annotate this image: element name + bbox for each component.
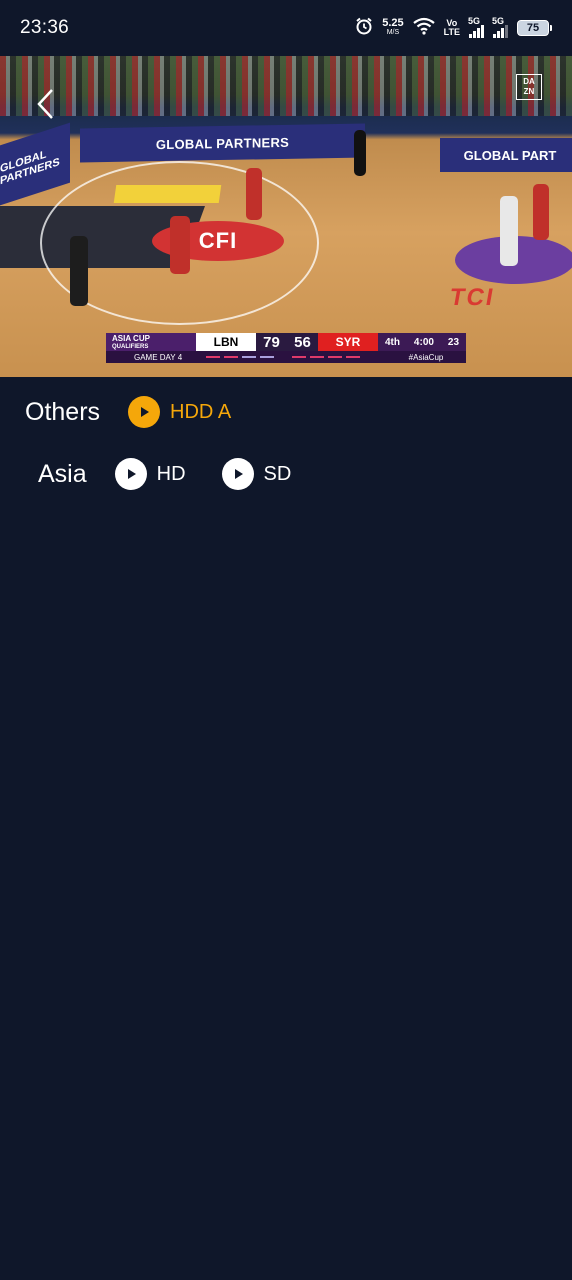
away-team: SYR xyxy=(318,333,378,351)
network-speed-unit: M/S xyxy=(386,29,400,36)
video-player[interactable]: GLOBAL PARTNERS GLOBAL PARTNERS GLOBAL P… xyxy=(0,56,572,377)
stream-option-label: HDD A xyxy=(170,400,232,423)
game-clock: 4:00 xyxy=(413,336,434,348)
player xyxy=(170,216,190,274)
ad-board-left: GLOBAL PARTNERS xyxy=(0,122,70,206)
game-day: GAME DAY 4 xyxy=(134,352,183,362)
shot-clock: 23 xyxy=(447,336,460,348)
stream-option-label: HD xyxy=(156,462,186,485)
stream-group-label: Others xyxy=(25,397,101,426)
clock-time: 23:36 xyxy=(20,17,70,38)
scoreboard: ASIA CUP QUALIFIERS LBN 79 56 SYR 4th 4:… xyxy=(106,333,466,365)
period: 4th xyxy=(384,336,400,348)
status-icons: 5.25 M/S Vo LTE 5G 5G 75 xyxy=(355,15,552,40)
stream-row-others: Others HDD A xyxy=(25,392,231,432)
stream-option-hdd-a[interactable]: HDD A xyxy=(128,396,231,428)
tournament-logo: ASIA CUP QUALIFIERS xyxy=(106,333,196,351)
signal-sim1-icon: 5G xyxy=(468,15,484,38)
home-score: 79 xyxy=(256,333,287,351)
player xyxy=(533,184,549,240)
stream-option-sd[interactable]: SD xyxy=(221,458,292,490)
sim2-network-label: 5G xyxy=(492,15,505,26)
ad-board-right: GLOBAL PART xyxy=(440,138,572,172)
battery-icon: 75 xyxy=(517,20,552,36)
player xyxy=(354,130,366,176)
network-speed-value: 5.25 xyxy=(382,17,404,29)
tournament-line1: ASIA CUP xyxy=(112,334,150,343)
away-score: 56 xyxy=(287,333,318,351)
sim1-network-label: 5G xyxy=(468,15,481,26)
team-fouls xyxy=(196,356,386,358)
ad-board-center: GLOBAL PARTNERS xyxy=(80,123,365,163)
volte-indicator: Vo LTE xyxy=(444,19,460,37)
volte-bottom: LTE xyxy=(443,27,460,37)
hashtag: #AsiaCup xyxy=(408,352,444,362)
logo-line1: DA xyxy=(523,77,535,86)
player xyxy=(70,236,88,306)
battery-level: 75 xyxy=(517,20,549,36)
play-icon xyxy=(128,396,161,428)
dazn-logo: DA ZN xyxy=(516,74,542,100)
stream-option-label: SD xyxy=(263,462,292,485)
play-icon xyxy=(221,458,254,490)
network-speed: 5.25 M/S xyxy=(382,17,404,37)
video-crowd xyxy=(0,56,572,116)
chevron-left-icon xyxy=(37,89,53,119)
alarm-icon xyxy=(355,17,373,40)
court-letters: TCI xyxy=(447,284,498,311)
back-button[interactable] xyxy=(30,86,60,122)
stream-group-label: Asia xyxy=(38,459,87,488)
play-icon xyxy=(114,458,147,490)
player xyxy=(500,196,518,266)
wifi-icon xyxy=(412,17,435,40)
tournament-line2: QUALIFIERS xyxy=(112,344,149,350)
logo-line2: ZN xyxy=(523,87,535,96)
stream-option-hd[interactable]: HD xyxy=(114,458,186,490)
signal-sim2-icon: 5G xyxy=(492,15,508,38)
stream-row-asia: Asia HD SD xyxy=(38,454,291,494)
home-team: LBN xyxy=(196,333,256,351)
player xyxy=(246,168,262,220)
game-info: 4th 4:00 23 xyxy=(378,333,466,351)
status-bar: 23:36 5.25 M/S Vo LTE 5G 5G 75 xyxy=(0,0,572,56)
